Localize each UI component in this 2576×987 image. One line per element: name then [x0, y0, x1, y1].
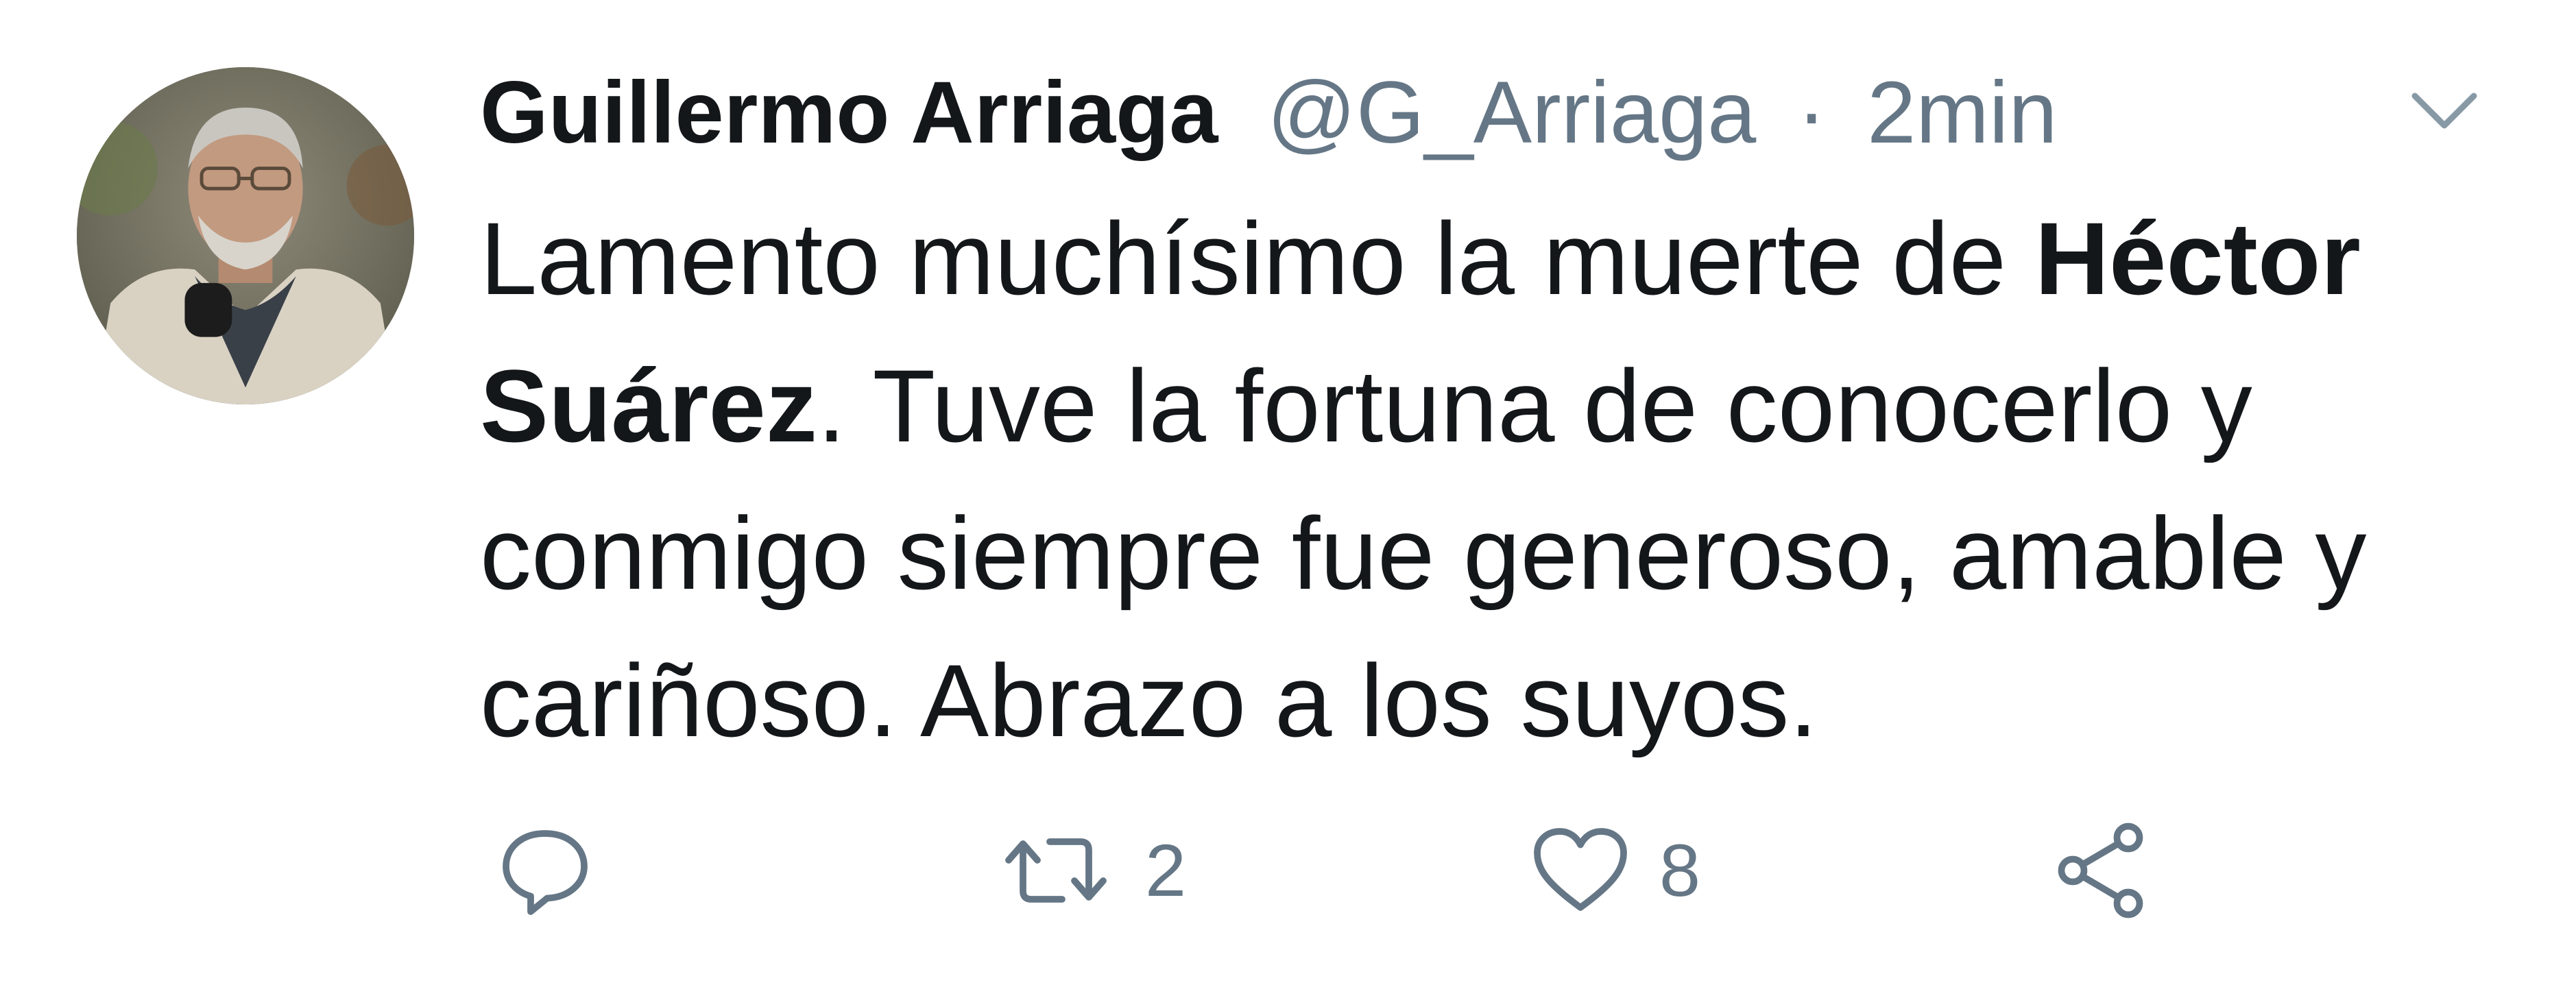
- tweet: Guillermo Arriaga @G_Arriaga · 2min Lame…: [0, 0, 2576, 987]
- tweet-text: Lamento muchísimo la muerte de Héctor Su…: [480, 185, 2537, 775]
- heart-icon: [1534, 828, 1627, 911]
- share-icon: [2058, 822, 2143, 918]
- retweet-count: 2: [1145, 829, 1187, 912]
- tweet-timestamp[interactable]: 2min: [1867, 64, 2057, 162]
- author-handle[interactable]: @G_Arriaga: [1267, 64, 1756, 162]
- like-button[interactable]: 8: [1529, 816, 1700, 925]
- tweet-text-part1: Lamento muchísimo la muerte de: [480, 201, 2035, 316]
- reply-icon: [503, 830, 588, 915]
- avatar[interactable]: [77, 67, 414, 404]
- chevron-down-icon[interactable]: [2407, 79, 2482, 141]
- separator-dot: ·: [1796, 64, 1827, 162]
- avatar-photo: [77, 67, 414, 404]
- reply-button[interactable]: [494, 816, 597, 925]
- retweet-button[interactable]: 2: [994, 816, 1186, 925]
- share-button[interactable]: [2050, 816, 2153, 925]
- tweet-header: Guillermo Arriaga @G_Arriaga · 2min: [480, 55, 2058, 171]
- retweet-icon: [1005, 838, 1107, 903]
- author-name[interactable]: Guillermo Arriaga: [480, 64, 1218, 162]
- tweet-actions: 2 8: [0, 816, 2576, 925]
- like-count: 8: [1659, 829, 1701, 912]
